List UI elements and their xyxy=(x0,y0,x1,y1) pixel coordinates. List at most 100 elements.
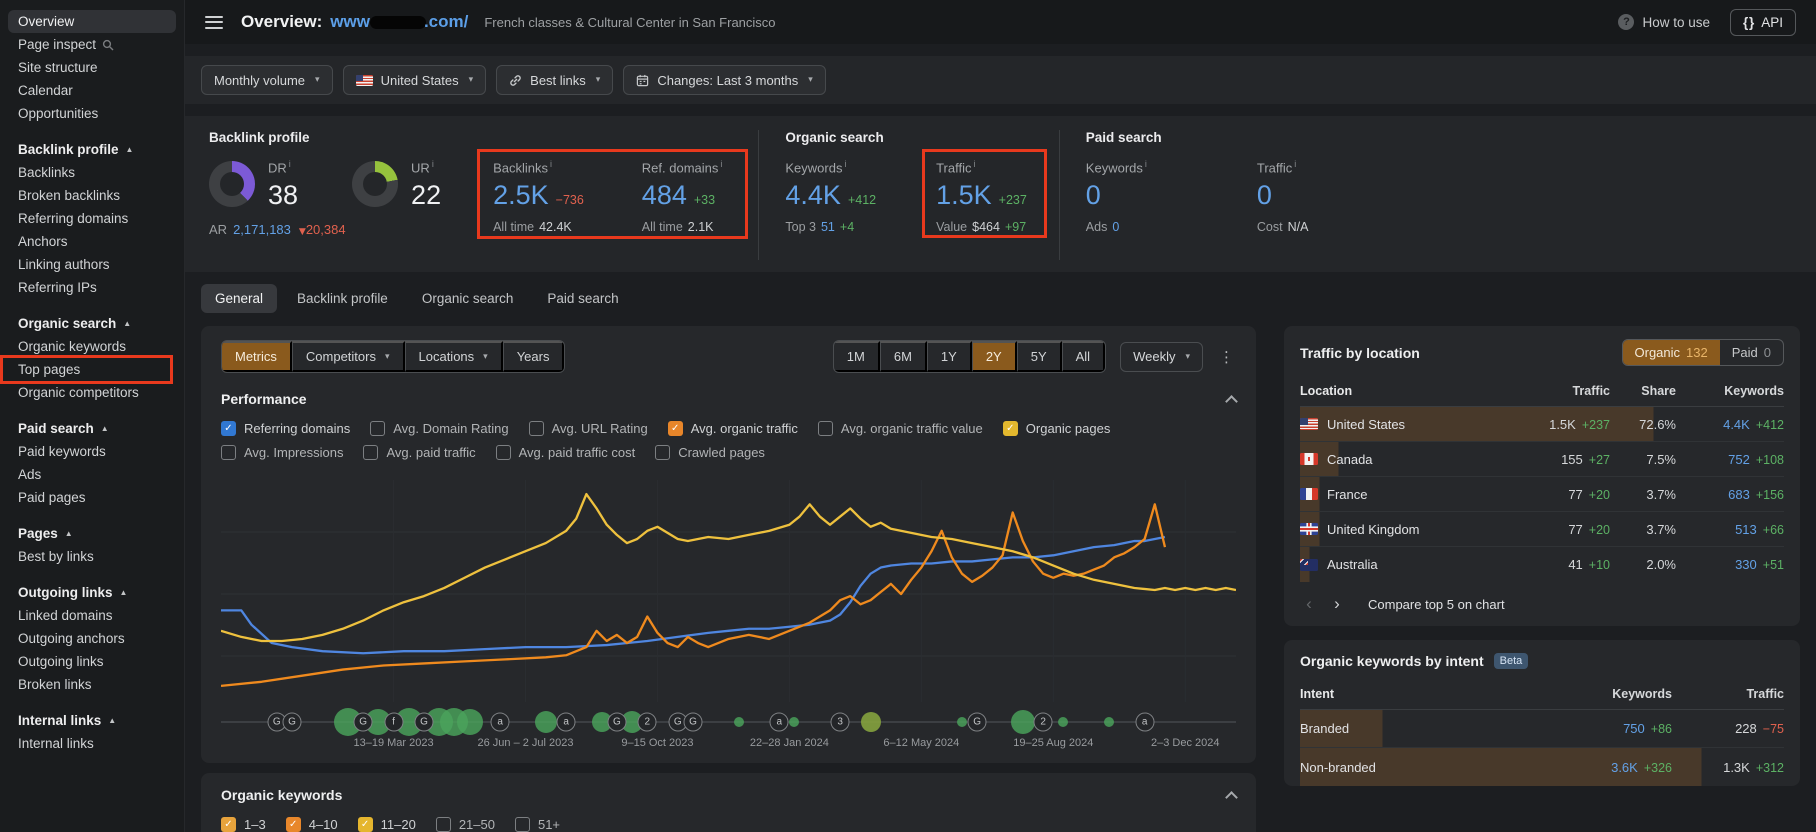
toggle-4-10[interactable]: ✓ 4–10 xyxy=(285,817,338,832)
sidebar-item-referring-ips[interactable]: Referring IPs xyxy=(8,276,176,299)
sidebar-item-best-by-links[interactable]: Best by links xyxy=(8,545,176,568)
granularity-dropdown[interactable]: Weekly ▾ xyxy=(1120,341,1203,372)
toggle-organic-pages[interactable]: ✓ Organic pages xyxy=(1002,421,1110,436)
sidebar-item-calendar[interactable]: Calendar xyxy=(8,79,176,102)
location-row-canada[interactable]: Canada 155 +27 7.5% 752 +108 xyxy=(1300,442,1784,477)
sidebar-item-top-pages[interactable]: Top pages xyxy=(0,355,176,384)
event-badge-g[interactable]: G xyxy=(967,712,987,732)
sidebar-group-pages[interactable]: Pages ▲ xyxy=(8,522,176,545)
sidebar-group-paid-search[interactable]: Paid search ▲ xyxy=(8,417,176,440)
button-years[interactable]: Years xyxy=(502,341,565,372)
target-domain-link[interactable]: www .com/ xyxy=(330,12,468,32)
tab-paid-search[interactable]: Paid search xyxy=(533,284,632,313)
how-to-use-link[interactable]: ? How to use xyxy=(1618,14,1710,30)
prev-page-button[interactable]: ‹ xyxy=(1296,591,1322,617)
event-dot[interactable] xyxy=(456,709,483,735)
location-row-united-kingdom[interactable]: United Kingdom 77 +20 3.7% 513 +66 xyxy=(1300,512,1784,547)
event-badge-2[interactable]: 2 xyxy=(637,712,657,732)
sidebar-item-internal-links[interactable]: Internal links xyxy=(8,732,176,755)
sidebar-item-broken-backlinks[interactable]: Broken backlinks xyxy=(8,184,176,207)
range-1y[interactable]: 1Y xyxy=(926,341,972,372)
tab-backlink-profile[interactable]: Backlink profile xyxy=(283,284,402,313)
sidebar-item-organic-competitors[interactable]: Organic competitors xyxy=(8,381,176,404)
button-locations[interactable]: Locations ▾ xyxy=(404,341,503,372)
event-badge-g[interactable]: G xyxy=(353,712,373,732)
filter-united-states[interactable]: United States ▾ xyxy=(342,65,487,95)
toggle-51-[interactable]: 51+ xyxy=(514,817,560,832)
filter-best-links[interactable]: Best links ▾ xyxy=(496,65,614,95)
range-6m[interactable]: 6M xyxy=(879,341,927,372)
toggle-crawled-pages[interactable]: Crawled pages xyxy=(655,445,765,460)
info-icon[interactable]: i xyxy=(432,159,434,169)
location-row-united-states[interactable]: United States 1.5K +237 72.6% 4.4K +412 xyxy=(1300,407,1784,442)
toggle-avg-paid-traffic-cost[interactable]: Avg. paid traffic cost xyxy=(495,445,635,460)
sidebar-item-ads[interactable]: Ads xyxy=(8,463,176,486)
tab-general[interactable]: General xyxy=(201,284,278,313)
event-badge-g[interactable]: G xyxy=(414,712,434,732)
toggle-11-20[interactable]: ✓ 11–20 xyxy=(357,817,416,832)
sidebar-item-broken-links[interactable]: Broken links xyxy=(8,673,176,696)
sidebar-group-internal-links[interactable]: Internal links ▲ xyxy=(8,709,176,732)
filter-monthly-volume[interactable]: Monthly volume ▾ xyxy=(201,65,333,95)
event-badge-2[interactable]: 2 xyxy=(1033,712,1053,732)
info-icon[interactable]: i xyxy=(550,159,552,169)
column-header-traffic[interactable]: Traffic xyxy=(1672,687,1784,701)
info-icon[interactable]: i xyxy=(1145,159,1147,169)
event-badge-a[interactable]: a xyxy=(556,712,576,732)
event-badge-3[interactable]: 3 xyxy=(830,712,850,732)
api-button[interactable]: { } API xyxy=(1730,8,1796,36)
column-header-keywords[interactable]: Keywords xyxy=(1522,687,1672,701)
event-badge-f[interactable]: f xyxy=(384,712,404,732)
collapse-chevron-icon[interactable] xyxy=(1225,791,1238,804)
tab-organic-search[interactable]: Organic search xyxy=(408,284,528,313)
sidebar-group-outgoing-links[interactable]: Outgoing links ▲ xyxy=(8,581,176,604)
column-header-intent[interactable]: Intent xyxy=(1300,687,1522,701)
intent-row-branded[interactable]: Branded 750 +86 228 −75 xyxy=(1300,710,1784,748)
next-page-button[interactable]: › xyxy=(1324,591,1350,617)
collapse-chevron-icon[interactable] xyxy=(1225,395,1238,408)
info-icon[interactable]: i xyxy=(720,159,722,169)
toggle-avg-paid-traffic[interactable]: Avg. paid traffic xyxy=(363,445,476,460)
toggle-referring-domains[interactable]: ✓ Referring domains xyxy=(221,421,350,436)
sidebar-item-site-structure[interactable]: Site structure xyxy=(8,56,176,79)
column-header-share[interactable]: Share xyxy=(1610,384,1676,398)
toggle-avg-organic-traffic[interactable]: ✓ Avg. organic traffic xyxy=(667,421,798,436)
button-metrics[interactable]: Metrics xyxy=(222,341,292,372)
location-row-australia[interactable]: Australia 41 +10 2.0% 330 +51 xyxy=(1300,547,1784,582)
event-badge-g[interactable]: G xyxy=(282,712,302,732)
button-competitors[interactable]: Competitors ▾ xyxy=(291,341,405,372)
event-badge-a[interactable]: a xyxy=(1135,712,1155,732)
location-row-france[interactable]: France 77 +20 3.7% 683 +156 xyxy=(1300,477,1784,512)
sidebar-item-outgoing-anchors[interactable]: Outgoing anchors xyxy=(8,627,176,650)
compare-top5-label[interactable]: Compare top 5 on chart xyxy=(1368,597,1505,612)
event-badge-a[interactable]: a xyxy=(490,712,510,732)
sidebar-item-paid-keywords[interactable]: Paid keywords xyxy=(8,440,176,463)
filter-changes-last-3-months[interactable]: Changes: Last 3 months ▾ xyxy=(623,65,826,95)
event-dot[interactable] xyxy=(1058,717,1069,727)
paid-toggle-button[interactable]: Paid 0 xyxy=(1720,340,1783,365)
info-icon[interactable]: i xyxy=(1294,159,1296,169)
column-header-traffic[interactable]: Traffic xyxy=(1502,384,1610,398)
range-1m[interactable]: 1M xyxy=(833,341,880,372)
ref-domains-value[interactable]: 484 xyxy=(642,182,687,209)
info-icon[interactable]: i xyxy=(974,159,976,169)
event-dot[interactable] xyxy=(789,717,800,727)
range-all[interactable]: All xyxy=(1061,341,1106,372)
toggle-avg-impressions[interactable]: Avg. Impressions xyxy=(221,445,343,460)
event-dot[interactable] xyxy=(956,717,967,727)
event-dot[interactable] xyxy=(1010,710,1035,734)
event-dot[interactable] xyxy=(534,711,557,733)
sidebar-item-organic-keywords[interactable]: Organic keywords xyxy=(8,335,176,358)
toggle-avg-organic-traffic-value[interactable]: Avg. organic traffic value xyxy=(817,421,983,436)
more-options-icon[interactable]: ⋮ xyxy=(1217,348,1236,366)
sidebar-group-organic-search[interactable]: Organic search ▲ xyxy=(8,312,176,335)
column-header-keywords[interactable]: Keywords xyxy=(1676,384,1784,398)
backlinks-value[interactable]: 2.5K xyxy=(493,182,549,209)
sidebar-item-opportunities[interactable]: Opportunities xyxy=(8,102,176,125)
event-dot[interactable] xyxy=(733,717,744,727)
toggle-avg-domain-rating[interactable]: Avg. Domain Rating xyxy=(370,421,509,436)
sidebar-group-backlink-profile[interactable]: Backlink profile ▲ xyxy=(8,138,176,161)
sidebar-item-outgoing-links[interactable]: Outgoing links xyxy=(8,650,176,673)
sidebar-item-paid-pages[interactable]: Paid pages xyxy=(8,486,176,509)
event-badge-g[interactable]: G xyxy=(607,712,627,732)
